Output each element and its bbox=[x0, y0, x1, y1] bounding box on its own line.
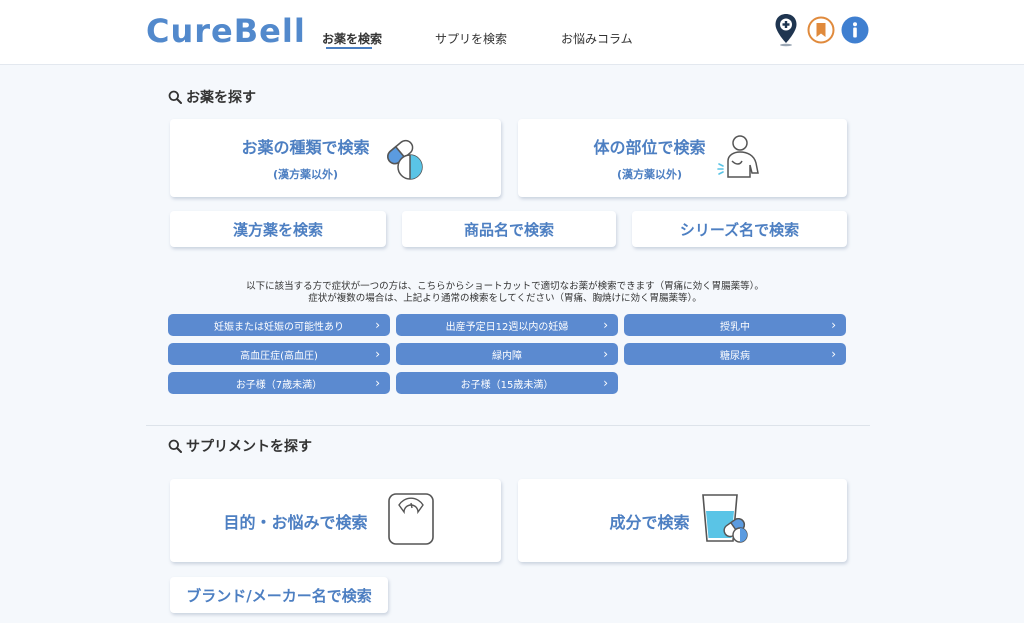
card-main-label: 成分で検索 bbox=[609, 512, 690, 532]
chevron-right-icon: › bbox=[375, 318, 380, 332]
chevron-right-icon: › bbox=[375, 376, 380, 390]
section-title-supplement: サプリメントを探す bbox=[168, 436, 312, 456]
scale-icon bbox=[388, 493, 434, 545]
pill-child-under-7[interactable]: お子様（7歳未満） › bbox=[168, 372, 390, 394]
ingredient-search-card[interactable]: 成分で検索 bbox=[518, 479, 847, 562]
pill-label: 妊娠または妊娠の可能性あり bbox=[214, 321, 344, 333]
pill-label: お子様（15歳未満） bbox=[460, 379, 554, 391]
pill-breastfeeding[interactable]: 授乳中 › bbox=[624, 314, 846, 336]
site-header: CureBell お薬を検索 サプリを検索 お悩みコラム bbox=[0, 0, 1024, 65]
section-title-supplement-text: サプリメントを探す bbox=[186, 439, 312, 455]
card-main-label: 体の部位で検索 bbox=[593, 138, 706, 157]
notice-line-2: 症状が複数の場合は、上記より通常の検索をしてください（胃痛、胸焼けに効く胃腸薬等… bbox=[308, 293, 702, 304]
chevron-right-icon: › bbox=[603, 347, 608, 361]
nav-medicine-search[interactable]: お薬を検索 bbox=[322, 30, 382, 47]
medicine-type-search-card[interactable]: お薬の種類で検索 (漢方薬以外) bbox=[170, 119, 501, 197]
card-sub-label: (漢方薬以外) bbox=[616, 168, 683, 181]
product-name-search-button[interactable]: 商品名で検索 bbox=[402, 211, 616, 247]
info-icon[interactable] bbox=[841, 16, 869, 44]
card-sub-label: (漢方薬以外) bbox=[272, 168, 339, 181]
pill-child-under-15[interactable]: お子様（15歳未満） › bbox=[396, 372, 618, 394]
chevron-right-icon: › bbox=[831, 318, 836, 332]
pill-hypertension[interactable]: 高血圧症(高血圧) › bbox=[168, 343, 390, 365]
series-name-search-button[interactable]: シリーズ名で検索 bbox=[632, 211, 847, 247]
section-title-medicine: お薬を探す bbox=[168, 87, 256, 107]
chevron-right-icon: › bbox=[375, 347, 380, 361]
pill-label: 授乳中 bbox=[720, 321, 750, 333]
card-main-label: 目的・お悩みで検索 bbox=[223, 512, 368, 532]
card-main-label: お薬の種類で検索 bbox=[241, 138, 370, 157]
notice-line-1: 以下に該当する方で症状が一つの方は、こちらからショートカットで適切なお薬が検索で… bbox=[246, 281, 764, 292]
pill-pregnant[interactable]: 妊娠または妊娠の可能性あり › bbox=[168, 314, 390, 336]
chevron-right-icon: › bbox=[603, 376, 608, 390]
search-icon bbox=[168, 439, 182, 453]
shortcut-notice: 以下に該当する方で症状が一つの方は、こちらからショートカットで適切なお薬が検索で… bbox=[160, 281, 850, 305]
chevron-right-icon: › bbox=[831, 347, 836, 361]
bookmark-icon[interactable] bbox=[807, 16, 835, 44]
search-icon bbox=[168, 90, 182, 104]
nav-column[interactable]: お悩みコラム bbox=[561, 30, 633, 47]
body-ache-icon bbox=[717, 135, 759, 178]
body-part-search-card[interactable]: 体の部位で検索 (漢方薬以外) bbox=[518, 119, 847, 197]
pharmacy-map-pin-icon[interactable] bbox=[774, 13, 798, 47]
nav-supplement-search[interactable]: サプリを検索 bbox=[435, 30, 507, 47]
site-logo[interactable]: CureBell bbox=[146, 12, 306, 50]
section-title-medicine-text: お薬を探す bbox=[186, 90, 256, 106]
pill-label: 糖尿病 bbox=[720, 350, 750, 362]
pill-label: 緑内障 bbox=[492, 350, 522, 362]
brand-maker-search-button[interactable]: ブランド/メーカー名で検索 bbox=[170, 577, 388, 613]
purpose-search-card[interactable]: 目的・お悩みで検索 bbox=[170, 479, 501, 562]
pill-due-within-12-weeks[interactable]: 出産予定日12週以内の妊婦 › bbox=[396, 314, 618, 336]
glass-with-pill-icon bbox=[702, 494, 748, 543]
pill-label: 出産予定日12週以内の妊婦 bbox=[445, 321, 569, 333]
pill-label: 高血圧症(高血圧) bbox=[240, 350, 318, 362]
nav-active-underline bbox=[326, 47, 372, 49]
pill-label: お子様（7歳未満） bbox=[235, 379, 323, 391]
pill-capsule-icon bbox=[387, 139, 423, 180]
section-divider bbox=[146, 425, 870, 426]
chevron-right-icon: › bbox=[603, 318, 608, 332]
kampo-search-button[interactable]: 漢方薬を検索 bbox=[170, 211, 386, 247]
pill-glaucoma[interactable]: 緑内障 › bbox=[396, 343, 618, 365]
pill-diabetes[interactable]: 糖尿病 › bbox=[624, 343, 846, 365]
